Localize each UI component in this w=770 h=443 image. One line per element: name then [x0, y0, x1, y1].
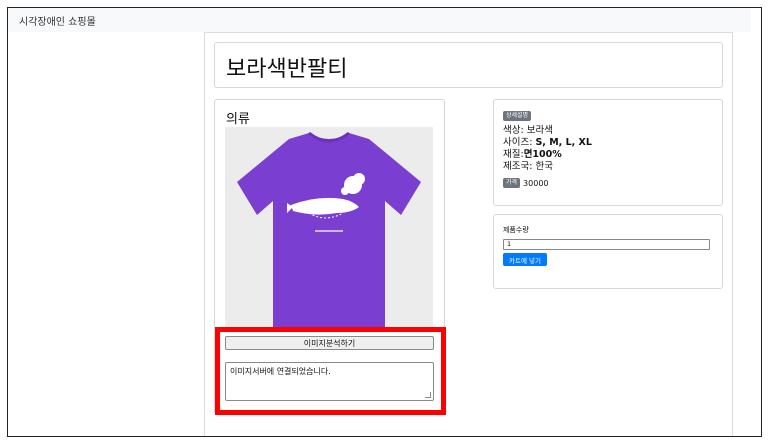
price-value: 30000	[523, 178, 549, 188]
spec-origin-value: 한국	[535, 161, 553, 172]
detail-badge: 상세설명	[503, 111, 532, 121]
browser-viewport: 시각장애인 쇼핑몰 보라색반팔티 의류 이미지분석하기 이미지서버에 연결되었습…	[7, 7, 762, 437]
spec-origin: 제조국: 한국	[503, 158, 553, 172]
price-badge: 가격	[503, 178, 521, 188]
navbar: 시각장애인 쇼핑몰	[8, 8, 751, 32]
tshirt-image	[225, 127, 433, 332]
analyze-image-button[interactable]: 이미지분석하기	[225, 336, 434, 350]
analysis-result-text: 이미지서버에 연결되었습니다.	[230, 367, 331, 376]
title-card: 보라색반팔티	[214, 42, 723, 88]
product-photo	[225, 127, 433, 332]
resize-grip-icon[interactable]	[425, 392, 431, 398]
image-analysis-panel: 이미지분석하기 이미지서버에 연결되었습니다.	[215, 327, 446, 415]
quantity-card: 제품수량 1 카트에 넣기	[493, 214, 723, 289]
add-to-cart-button[interactable]: 카트에 넣기	[503, 253, 547, 266]
page-title: 보라색반팔티	[226, 57, 348, 82]
quantity-label: 제품수량	[503, 226, 529, 234]
product-image-card: 의류 이미지분석하기 이미지서버에 연결되었습니다.	[214, 99, 446, 415]
product-info-card: 상세설명 색상: 보라색 사이즈: S, M, L, XL 재질:면100% 제…	[493, 99, 723, 206]
brand-link[interactable]: 시각장애인 쇼핑몰	[19, 13, 96, 28]
quantity-input[interactable]: 1	[503, 239, 710, 250]
price-line: 가격 30000	[503, 178, 549, 188]
main-container: 보라색반팔티 의류 이미지분석하기 이미지서버에 연결되었습니다. 상세설명 색…	[204, 32, 733, 436]
category-heading: 의류	[226, 112, 250, 127]
analysis-result-textarea[interactable]: 이미지서버에 연결되었습니다.	[225, 362, 434, 401]
spec-origin-label: 제조국:	[503, 161, 533, 172]
